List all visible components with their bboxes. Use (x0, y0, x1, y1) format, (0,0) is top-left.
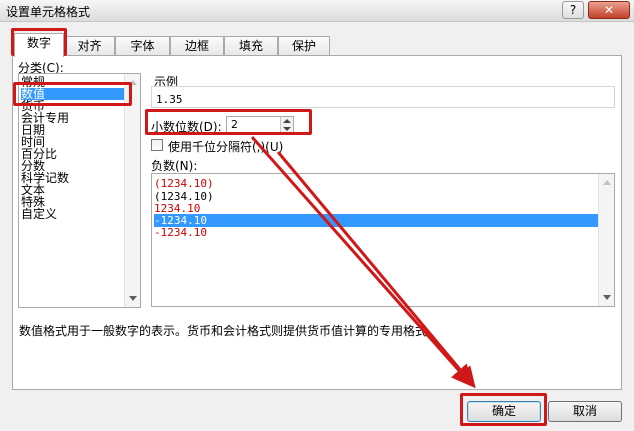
annotation-arrow-2 (276, 151, 476, 389)
annotation-arrow-1 (250, 136, 473, 387)
annotation-arrows (250, 136, 476, 389)
tab-number[interactable]: 数字 (14, 33, 64, 57)
